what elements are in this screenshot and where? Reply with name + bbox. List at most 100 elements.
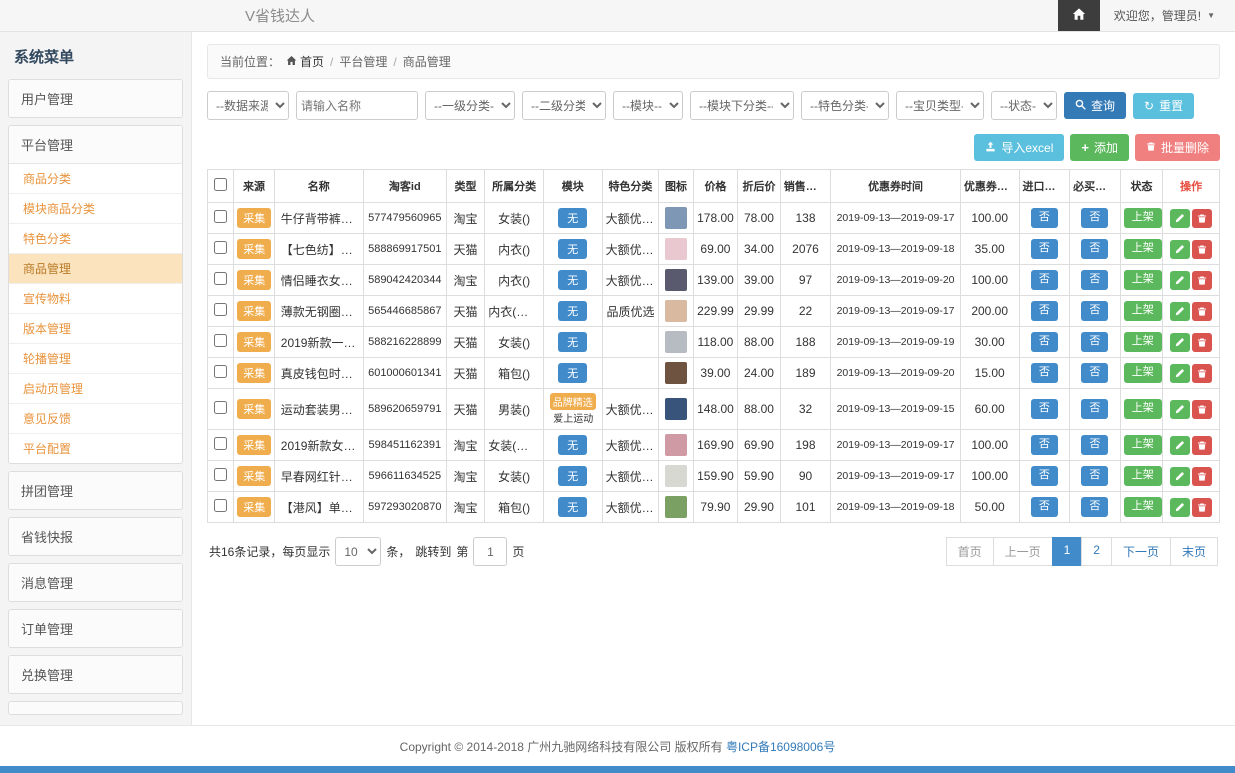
delete-button[interactable] bbox=[1192, 209, 1212, 228]
sidebar-subitem-version-manage[interactable]: 版本管理 bbox=[9, 314, 182, 344]
sidebar-item-platform[interactable]: 平台管理 bbox=[9, 126, 182, 163]
breadcrumb-home[interactable]: 首页 bbox=[286, 53, 324, 70]
import-select-button[interactable]: 否 bbox=[1031, 363, 1058, 382]
filter-select-feature-category[interactable]: --特色分类-- bbox=[801, 91, 889, 120]
row-checkbox[interactable] bbox=[214, 210, 227, 223]
filter-select-data-source[interactable]: --数据来源-- bbox=[207, 91, 289, 120]
must-buy-button[interactable]: 否 bbox=[1081, 270, 1108, 289]
must-buy-button[interactable]: 否 bbox=[1081, 332, 1108, 351]
page-prev[interactable]: 上一页 bbox=[993, 537, 1053, 566]
status-button[interactable]: 上架 bbox=[1124, 208, 1162, 227]
home-button[interactable] bbox=[1058, 0, 1100, 31]
page-last[interactable]: 末页 bbox=[1170, 537, 1218, 566]
edit-button[interactable] bbox=[1170, 400, 1190, 419]
delete-button[interactable] bbox=[1192, 271, 1212, 290]
row-checkbox[interactable] bbox=[214, 499, 227, 512]
sidebar-subitem-platform-config[interactable]: 平台配置 bbox=[9, 434, 182, 463]
must-buy-button[interactable]: 否 bbox=[1081, 363, 1108, 382]
status-button[interactable]: 上架 bbox=[1124, 332, 1162, 351]
row-checkbox[interactable] bbox=[214, 437, 227, 450]
status-button[interactable]: 上架 bbox=[1124, 363, 1162, 382]
delete-button[interactable] bbox=[1192, 333, 1212, 352]
sidebar-subitem-feature-category[interactable]: 特色分类 bbox=[9, 224, 182, 254]
icp-link[interactable]: 粤ICP备16098006号 bbox=[726, 740, 835, 754]
status-button[interactable]: 上架 bbox=[1124, 399, 1162, 418]
filter-select-level1-category[interactable]: --一级分类-- bbox=[425, 91, 515, 120]
status-button[interactable]: 上架 bbox=[1124, 301, 1162, 320]
import-excel-button[interactable]: 导入excel bbox=[974, 134, 1064, 161]
sidebar-item-message[interactable]: 消息管理 bbox=[9, 564, 182, 601]
status-button[interactable]: 上架 bbox=[1124, 466, 1162, 485]
delete-button[interactable] bbox=[1192, 400, 1212, 419]
filter-select-item-type[interactable]: --宝贝类型-- bbox=[896, 91, 984, 120]
edit-button[interactable] bbox=[1170, 209, 1190, 228]
import-select-button[interactable]: 否 bbox=[1031, 466, 1058, 485]
sidebar-subitem-goods-category[interactable]: 商品分类 bbox=[9, 164, 182, 194]
import-select-button[interactable]: 否 bbox=[1031, 239, 1058, 258]
import-select-button[interactable]: 否 bbox=[1031, 435, 1058, 454]
sidebar-item-exchange[interactable]: 兑换管理 bbox=[9, 656, 182, 693]
delete-button[interactable] bbox=[1192, 436, 1212, 455]
import-select-button[interactable]: 否 bbox=[1031, 301, 1058, 320]
row-checkbox[interactable] bbox=[214, 365, 227, 378]
status-button[interactable]: 上架 bbox=[1124, 435, 1162, 454]
edit-button[interactable] bbox=[1170, 467, 1190, 486]
page-next[interactable]: 下一页 bbox=[1111, 537, 1171, 566]
sidebar-subitem-goods-manage[interactable]: 商品管理 bbox=[9, 254, 182, 284]
must-buy-button[interactable]: 否 bbox=[1081, 399, 1108, 418]
status-button[interactable]: 上架 bbox=[1124, 270, 1162, 289]
add-button[interactable]: + 添加 bbox=[1070, 134, 1129, 161]
page-page-1[interactable]: 1 bbox=[1052, 537, 1083, 566]
import-select-button[interactable]: 否 bbox=[1031, 270, 1058, 289]
delete-button[interactable] bbox=[1192, 240, 1212, 259]
status-button[interactable]: 上架 bbox=[1124, 239, 1162, 258]
row-checkbox[interactable] bbox=[214, 468, 227, 481]
edit-button[interactable] bbox=[1170, 498, 1190, 517]
sidebar-subitem-splash-manage[interactable]: 启动页管理 bbox=[9, 374, 182, 404]
row-checkbox[interactable] bbox=[214, 303, 227, 316]
sidebar-item-express[interactable]: 省钱快报 bbox=[9, 518, 182, 555]
delete-button[interactable] bbox=[1192, 302, 1212, 321]
search-button[interactable]: 查询 bbox=[1064, 92, 1126, 119]
import-select-button[interactable]: 否 bbox=[1031, 399, 1058, 418]
name-search-input[interactable] bbox=[296, 91, 418, 120]
edit-button[interactable] bbox=[1170, 240, 1190, 259]
must-buy-button[interactable]: 否 bbox=[1081, 239, 1108, 258]
page-page-2[interactable]: 2 bbox=[1081, 537, 1112, 566]
must-buy-button[interactable]: 否 bbox=[1081, 301, 1108, 320]
edit-button[interactable] bbox=[1170, 436, 1190, 455]
page-size-select[interactable]: 10 bbox=[335, 537, 381, 566]
batch-delete-button[interactable]: 批量删除 bbox=[1135, 134, 1220, 161]
select-all-checkbox[interactable] bbox=[214, 178, 227, 191]
edit-button[interactable] bbox=[1170, 271, 1190, 290]
filter-select-module[interactable]: --模块-- bbox=[613, 91, 683, 120]
row-checkbox[interactable] bbox=[214, 401, 227, 414]
edit-button[interactable] bbox=[1170, 333, 1190, 352]
sidebar-item-order[interactable]: 订单管理 bbox=[9, 610, 182, 647]
row-checkbox[interactable] bbox=[214, 241, 227, 254]
must-buy-button[interactable]: 否 bbox=[1081, 208, 1108, 227]
sidebar-subitem-feedback[interactable]: 意见反馈 bbox=[9, 404, 182, 434]
page-first[interactable]: 首页 bbox=[946, 537, 994, 566]
filter-select-status[interactable]: --状态-- bbox=[991, 91, 1057, 120]
must-buy-button[interactable]: 否 bbox=[1081, 497, 1108, 516]
must-buy-button[interactable]: 否 bbox=[1081, 466, 1108, 485]
filter-select-level2-category[interactable]: --二级分类-- bbox=[522, 91, 606, 120]
jump-page-input[interactable] bbox=[473, 537, 507, 566]
must-buy-button[interactable]: 否 bbox=[1081, 435, 1108, 454]
import-select-button[interactable]: 否 bbox=[1031, 332, 1058, 351]
delete-button[interactable] bbox=[1192, 467, 1212, 486]
import-select-button[interactable]: 否 bbox=[1031, 208, 1058, 227]
sidebar-subitem-promo-material[interactable]: 宣传物料 bbox=[9, 284, 182, 314]
row-checkbox[interactable] bbox=[214, 272, 227, 285]
row-checkbox[interactable] bbox=[214, 334, 227, 347]
filter-select-module-sub-category[interactable]: --模块下分类-- bbox=[690, 91, 794, 120]
sidebar-subitem-carousel-manage[interactable]: 轮播管理 bbox=[9, 344, 182, 374]
delete-button[interactable] bbox=[1192, 364, 1212, 383]
edit-button[interactable] bbox=[1170, 364, 1190, 383]
reset-button[interactable]: ↻ 重置 bbox=[1133, 93, 1194, 119]
sidebar-subitem-module-goods-category[interactable]: 模块商品分类 bbox=[9, 194, 182, 224]
edit-button[interactable] bbox=[1170, 302, 1190, 321]
delete-button[interactable] bbox=[1192, 498, 1212, 517]
sidebar-item-pintuan[interactable]: 拼团管理 bbox=[9, 472, 182, 509]
